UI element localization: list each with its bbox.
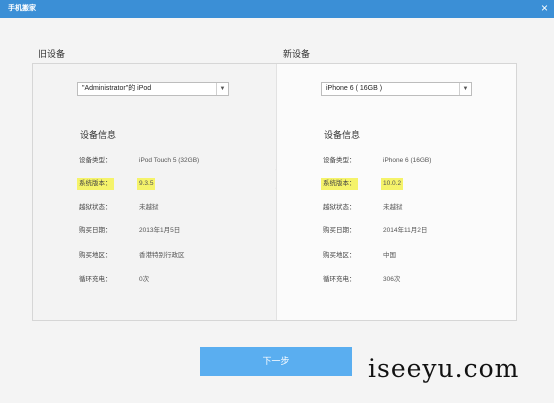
old-device-row-jailbreak: 越狱状态： 未越狱: [79, 202, 259, 214]
row-value: 2013年1月5日: [139, 227, 181, 234]
row-value: 0次: [139, 276, 150, 283]
new-device-row-jailbreak: 越狱状态： 未越狱: [323, 202, 503, 214]
devices-panel: "Administrator"的 iPod ▼ 设备信息 设备类型： iPod …: [32, 63, 517, 321]
row-label: 循环充电：: [79, 276, 112, 283]
old-device-heading: 旧设备: [38, 49, 66, 59]
row-label: 设备类型：: [79, 157, 112, 164]
old-device-select[interactable]: "Administrator"的 iPod ▼: [77, 82, 229, 96]
chevron-down-icon[interactable]: ▼: [459, 83, 471, 95]
old-device-row-purchase-date: 购买日期： 2013年1月5日: [79, 225, 259, 237]
row-value: 未越狱: [383, 204, 403, 211]
next-step-button[interactable]: 下一步: [200, 347, 352, 376]
close-icon[interactable]: ×: [541, 1, 548, 15]
new-device-row-cycles: 循环充电： 306次: [323, 274, 503, 286]
old-device-row-version: 系统版本： 9.3.5: [77, 178, 259, 190]
row-value: 10.0.2: [381, 178, 404, 190]
old-device-info-heading: 设备信息: [80, 130, 117, 140]
new-device-select[interactable]: iPhone 6 ( 16GB ) ▼: [321, 82, 472, 96]
row-value: 2014年11月2日: [383, 227, 428, 234]
new-device-panel: iPhone 6 ( 16GB ) ▼ 设备信息 设备类型： iPhone 6 …: [276, 64, 516, 320]
old-device-row-region: 购买地区： 香港特别行政区: [79, 250, 259, 262]
old-device-panel: "Administrator"的 iPod ▼ 设备信息 设备类型： iPod …: [33, 64, 276, 320]
row-label: 循环充电：: [323, 276, 356, 283]
new-device-row-purchase-date: 购买日期： 2014年11月2日: [323, 225, 503, 237]
row-label: 越狱状态：: [79, 204, 112, 211]
row-value: 中国: [383, 252, 396, 259]
old-device-row-cycles: 循环充电： 0次: [79, 274, 259, 286]
window-title: 手机搬家: [8, 5, 36, 12]
watermark-text: iseeyu.com: [368, 354, 520, 383]
row-value: iPod Touch 5 (32GB): [139, 157, 200, 164]
row-value: iPhone 6 (16GB): [383, 157, 432, 164]
row-label: 购买日期：: [323, 227, 356, 234]
row-value: 未越狱: [139, 204, 159, 211]
title-bar: 手机搬家 ×: [0, 0, 554, 18]
row-value: 9.3.5: [137, 178, 156, 190]
row-label: 购买地区：: [323, 252, 356, 259]
old-device-select-value: "Administrator"的 iPod: [82, 85, 152, 92]
new-device-row-region: 购买地区： 中国: [323, 250, 503, 262]
new-device-row-type: 设备类型： iPhone 6 (16GB): [323, 155, 503, 167]
row-label: 系统版本：: [77, 178, 114, 190]
new-device-select-value: iPhone 6 ( 16GB ): [326, 85, 383, 92]
new-device-row-version: 系统版本： 10.0.2: [321, 178, 503, 190]
new-device-heading: 新设备: [283, 49, 311, 59]
row-value: 306次: [383, 276, 401, 283]
row-label: 购买地区：: [79, 252, 112, 259]
row-label: 越狱状态：: [323, 204, 356, 211]
row-label: 购买日期：: [79, 227, 112, 234]
new-device-info-heading: 设备信息: [324, 130, 361, 140]
chevron-down-icon[interactable]: ▼: [216, 83, 228, 95]
row-label: 系统版本：: [321, 178, 358, 190]
row-value: 香港特别行政区: [139, 252, 185, 259]
row-label: 设备类型：: [323, 157, 356, 164]
old-device-row-type: 设备类型： iPod Touch 5 (32GB): [79, 155, 259, 167]
